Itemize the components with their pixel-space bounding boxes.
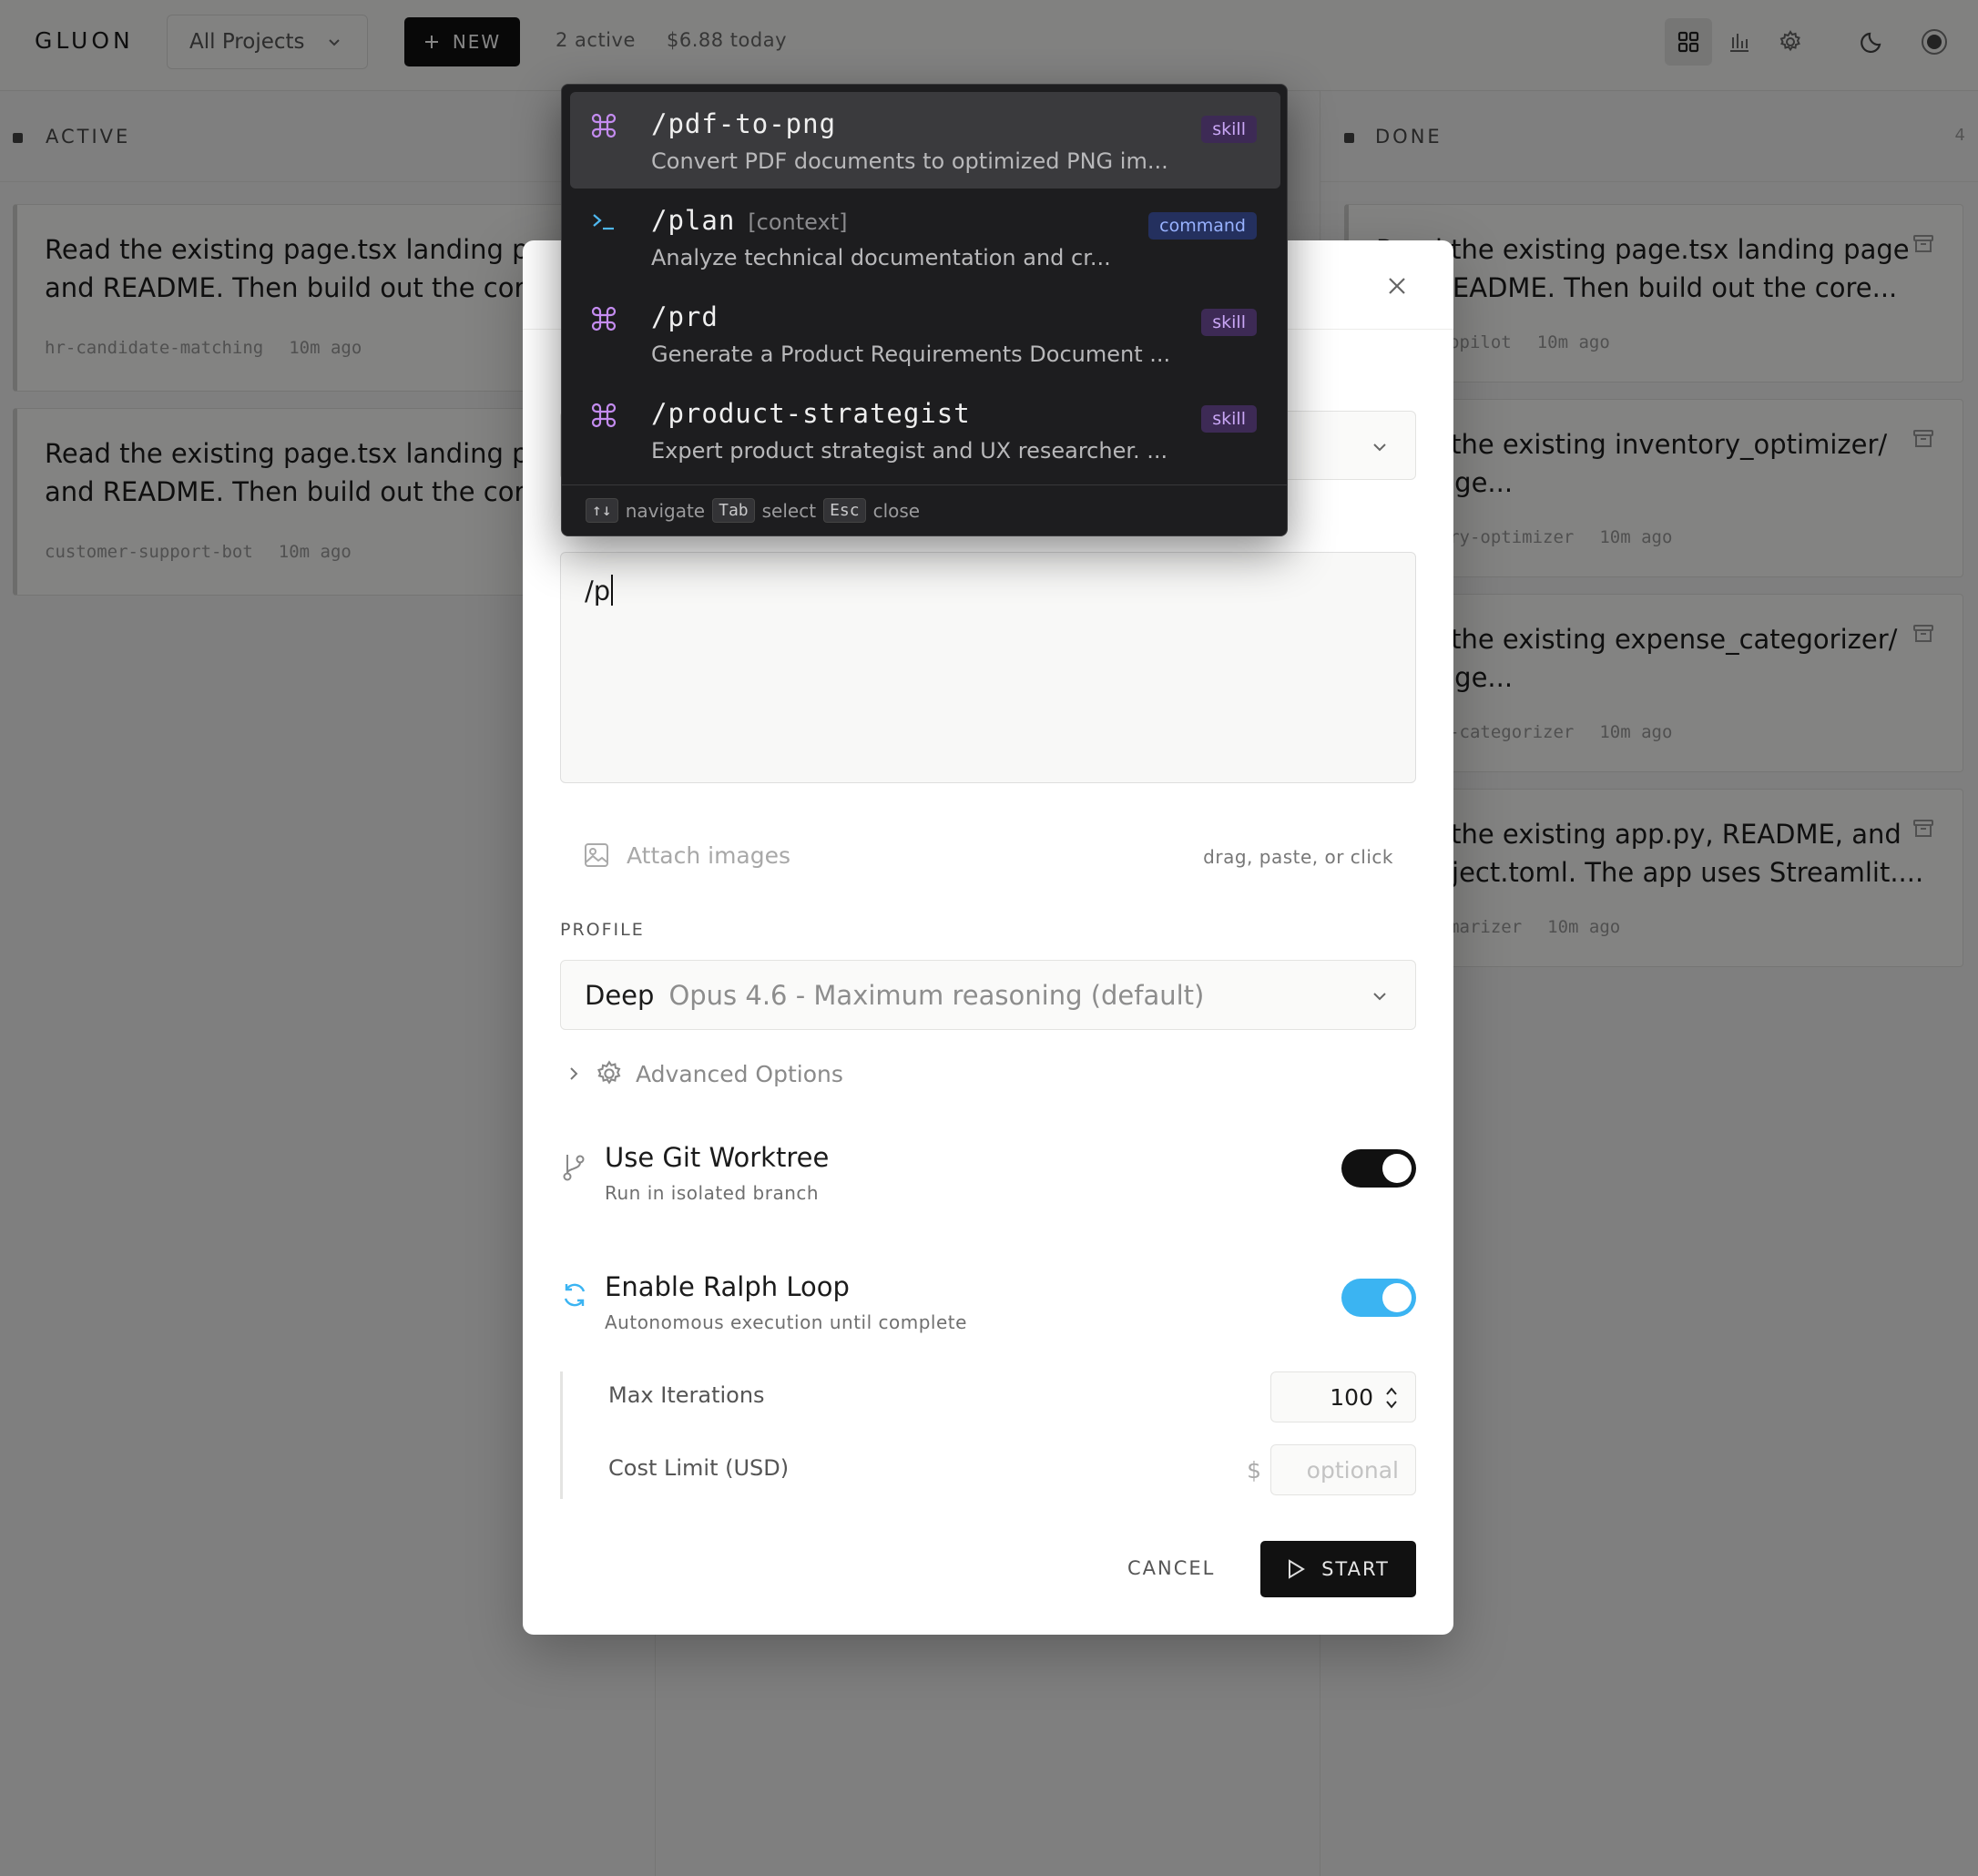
prompt-value: /p xyxy=(585,576,611,607)
cost-limit-placeholder: optional xyxy=(1306,1456,1399,1483)
command-badge: command xyxy=(1148,212,1257,240)
max-iterations-value: 100 xyxy=(1330,1383,1373,1411)
command-name-text: /plan xyxy=(651,205,736,236)
profile-select[interactable]: Deep Opus 4.6 - Maximum reasoning (defau… xyxy=(560,960,1416,1030)
max-iterations-input[interactable]: 100 xyxy=(1270,1371,1416,1422)
chevron-down-icon xyxy=(1373,444,1386,452)
tab-key: Tab xyxy=(712,498,755,523)
command-arg: [context] xyxy=(748,209,848,235)
attach-hint: drag, paste, or click xyxy=(1203,846,1393,868)
toggle-knob xyxy=(1382,1154,1412,1183)
ralph-loop-title: Enable Ralph Loop xyxy=(605,1271,850,1302)
advanced-options-toggle[interactable]: Advanced Options xyxy=(565,1060,843,1087)
navigate-key: ↑↓ xyxy=(586,498,618,523)
prompt-textarea[interactable]: /p xyxy=(560,552,1416,783)
cost-currency: $ xyxy=(1247,1457,1261,1483)
esc-key: Esc xyxy=(823,498,866,523)
terminal-icon xyxy=(593,214,614,230)
command-item-prd[interactable]: /prd Generate a Product Requirements Doc… xyxy=(570,285,1280,382)
attach-images-button[interactable]: Attach images xyxy=(583,841,790,869)
profile-name: Deep xyxy=(585,979,655,1011)
git-worktree-option: Use Git Worktree Run in isolated branch xyxy=(560,1142,1416,1215)
command-description: Analyze technical documentation and cr..… xyxy=(651,245,1111,270)
command-name: /prd xyxy=(651,301,719,332)
select-hint: select xyxy=(761,499,817,522)
command-icon xyxy=(591,306,617,331)
git-branch-icon xyxy=(563,1155,585,1181)
command-description: Convert PDF documents to optimized PNG i… xyxy=(651,148,1168,174)
navigate-hint: navigate xyxy=(625,499,706,522)
command-name: /plan [context] xyxy=(651,205,848,236)
close-hint: close xyxy=(872,499,921,522)
close-icon[interactable] xyxy=(1386,275,1408,297)
cost-limit-input[interactable]: optional xyxy=(1270,1444,1416,1495)
refresh-icon xyxy=(564,1283,586,1307)
chevron-right-icon xyxy=(570,1067,578,1080)
stepper-icon[interactable] xyxy=(1384,1385,1399,1411)
play-icon xyxy=(1289,1559,1306,1579)
image-icon xyxy=(585,843,608,867)
attach-label: Attach images xyxy=(627,841,791,869)
skill-badge: skill xyxy=(1201,309,1257,336)
profile-label: PROFILE xyxy=(560,920,645,940)
command-name: /product-strategist xyxy=(651,398,971,429)
chevron-down-icon xyxy=(1373,993,1386,1001)
cost-limit-label: Cost Limit (USD) xyxy=(608,1455,790,1481)
skill-badge: skill xyxy=(1201,116,1257,143)
git-worktree-toggle[interactable] xyxy=(1341,1149,1416,1188)
command-icon xyxy=(591,403,617,428)
command-icon xyxy=(591,113,617,138)
start-label: START xyxy=(1321,1558,1390,1580)
command-item-plan[interactable]: /plan [context] Analyze technical documen… xyxy=(570,189,1280,285)
start-button[interactable]: START xyxy=(1260,1541,1416,1597)
popup-footer: ↑↓ navigate Tab select Esc close xyxy=(562,484,1287,535)
profile-description: Opus 4.6 - Maximum reasoning (default) xyxy=(668,979,1205,1011)
cancel-button[interactable]: CANCEL xyxy=(1127,1557,1215,1579)
toggle-knob xyxy=(1382,1283,1412,1312)
command-item-pdf-to-png[interactable]: /pdf-to-png Convert PDF documents to opt… xyxy=(570,92,1280,189)
skill-badge: skill xyxy=(1201,405,1257,433)
gear-icon xyxy=(597,1060,621,1085)
ralph-loop-subtitle: Autonomous execution until complete xyxy=(605,1311,967,1333)
git-worktree-subtitle: Run in isolated branch xyxy=(605,1182,820,1204)
command-description: Expert product strategist and UX researc… xyxy=(651,438,1168,464)
max-iterations-label: Max Iterations xyxy=(608,1382,765,1408)
git-worktree-title: Use Git Worktree xyxy=(605,1142,830,1173)
ralph-loop-toggle[interactable] xyxy=(1341,1279,1416,1317)
ralph-loop-settings: Max Iterations 100 Cost Limit (USD) $ op… xyxy=(560,1371,1416,1499)
ralph-loop-option: Enable Ralph Loop Autonomous execution u… xyxy=(560,1271,1416,1344)
command-name: /pdf-to-png xyxy=(651,108,837,139)
command-item-product-strategist[interactable]: /product-strategist Expert product strat… xyxy=(570,382,1280,478)
text-caret xyxy=(611,575,614,606)
slash-command-popup: /pdf-to-png Convert PDF documents to opt… xyxy=(561,84,1288,536)
command-description: Generate a Product Requirements Document… xyxy=(651,342,1171,367)
advanced-options-label: Advanced Options xyxy=(636,1060,843,1087)
